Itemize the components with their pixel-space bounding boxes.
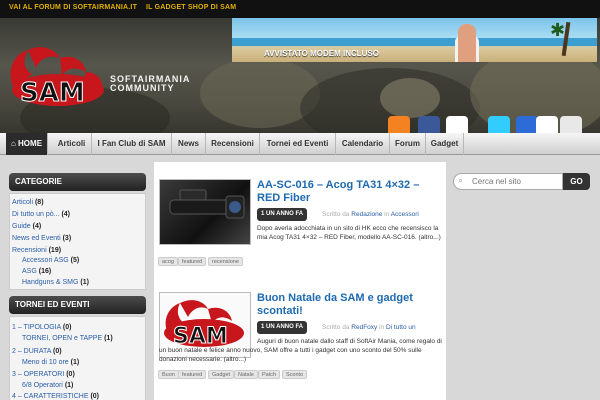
categories-title: CATEGORIE — [9, 173, 146, 191]
advert-banner[interactable]: ✱ AVVISTATO MODEM INCLUSO — [232, 18, 597, 62]
post-tag[interactable]: Buon — [158, 370, 179, 379]
categories-widget: Articoli (8) Di tutto un pò... (4) Guide… — [9, 193, 146, 290]
tornei-subitem[interactable]: TORNEI, OPEN e TAPPE (1) — [22, 335, 113, 342]
top-bar: VAI AL FORUM DI SOFTAIRMANIA.IT IL GADGE… — [0, 0, 600, 18]
author-link[interactable]: Redazione — [351, 211, 382, 218]
post-tag[interactable]: Natale — [234, 370, 258, 379]
nav-articoli[interactable]: Articoli — [52, 133, 92, 155]
nav-gadget[interactable]: Gadget — [426, 133, 464, 155]
subcategory-item[interactable]: ASG (16) — [22, 268, 51, 275]
tornei-item[interactable]: 3 – OPERATORI (0) — [12, 371, 75, 378]
category-link[interactable]: Di tutto un — [386, 324, 416, 331]
search-icon: ⌕ — [458, 175, 464, 185]
author-link[interactable]: RedFoxy — [351, 324, 377, 331]
post-meta: Scritto da RedFoxy in Di tutto un — [322, 324, 416, 331]
post-tag[interactable]: Gadget — [208, 370, 235, 379]
scope-image — [169, 189, 245, 219]
nav-calendario[interactable]: Calendario — [336, 133, 390, 155]
post-excerpt: Dopo averla adocchiata in un sito di HK … — [257, 225, 441, 241]
main-nav: ⌂ HOME Articoli I Fan Club di SAM News R… — [0, 133, 600, 155]
category-link[interactable]: Accessori — [391, 211, 419, 218]
post-excerpt: Auguri di buon natale dallo staff di Sof… — [159, 338, 442, 363]
nav-home[interactable]: ⌂ HOME — [6, 133, 48, 155]
category-item[interactable]: Recensioni (19) — [12, 247, 61, 254]
tornei-item[interactable]: 4 – CARATTERISTICHE (0) — [12, 393, 99, 400]
nav-tornei[interactable]: Tornei ed Eventi — [260, 133, 336, 155]
post-tag[interactable]: Sconto — [282, 370, 308, 379]
tornei-subitem[interactable]: 6/8 Operatori (1) — [22, 382, 73, 389]
post-thumbnail[interactable] — [159, 179, 251, 245]
home-icon: ⌂ — [10, 139, 16, 148]
post-tag[interactable]: featured — [178, 370, 207, 379]
category-item[interactable]: Guide (4) — [12, 223, 41, 230]
subcategory-item[interactable]: Handguns & SMG (1) — [22, 279, 89, 286]
post-title[interactable]: AA-SC-016 – Acog TA31 4×32 – RED Fiber — [257, 179, 443, 205]
post-tag[interactable]: recensione — [208, 257, 243, 266]
post-tag[interactable]: featured — [178, 257, 207, 266]
logo-tagline: SOFTAIRMANIA COMMUNITY — [110, 74, 191, 93]
tornei-item[interactable]: 1 – TIPOLOGIA (0) — [12, 324, 71, 331]
post-list: AA-SC-016 – Acog TA31 4×32 – RED Fiber 1… — [154, 162, 446, 400]
search-input[interactable] — [453, 173, 563, 190]
category-item[interactable]: Di tutto un pò... (4) — [12, 211, 70, 218]
category-item[interactable]: Articoli (8) — [12, 199, 44, 206]
palm-icon: ✱ — [550, 20, 566, 40]
tornei-title: TORNEI ED EVENTI — [9, 296, 146, 314]
forum-link[interactable]: VAI AL FORUM DI SOFTAIRMANIA.IT — [9, 4, 137, 11]
category-item[interactable]: News ed Eventi (3) — [12, 235, 71, 242]
post-meta: Scritto da Redazione in Accessori — [322, 211, 419, 218]
post-date-badge: 1 UN ANNO FA — [257, 208, 308, 221]
tornei-subitem[interactable]: Meno di 10 ore (1) — [22, 359, 79, 366]
tornei-item[interactable]: 2 – DURATA (0) — [12, 348, 62, 355]
post-date-badge: 1 UN ANNO FA — [257, 321, 308, 334]
logo-mark: SAM — [20, 78, 85, 108]
site-header: ✱ AVVISTATO MODEM INCLUSO SAM SOFTAIRMAN… — [0, 18, 600, 136]
post-title[interactable]: Buon Natale da SAM e gadget scontati! — [257, 292, 443, 318]
nav-news[interactable]: News — [172, 133, 206, 155]
nav-fan-club[interactable]: I Fan Club di SAM — [92, 133, 172, 155]
nav-recensioni[interactable]: Recensioni — [206, 133, 260, 155]
post-tag[interactable]: acog — [158, 257, 178, 266]
gadget-shop-link[interactable]: IL GADGET SHOP DI SAM — [146, 4, 236, 11]
post-tag[interactable]: Patch — [258, 370, 281, 379]
nav-forum[interactable]: Forum — [390, 133, 426, 155]
tornei-widget: 1 – TIPOLOGIA (0) TORNEI, OPEN e TAPPE (… — [9, 316, 146, 400]
search-button[interactable]: GO — [563, 173, 590, 190]
subcategory-item[interactable]: Accessori ASG (5) — [22, 257, 79, 264]
banner-caption: AVVISTATO MODEM INCLUSO — [264, 49, 379, 58]
